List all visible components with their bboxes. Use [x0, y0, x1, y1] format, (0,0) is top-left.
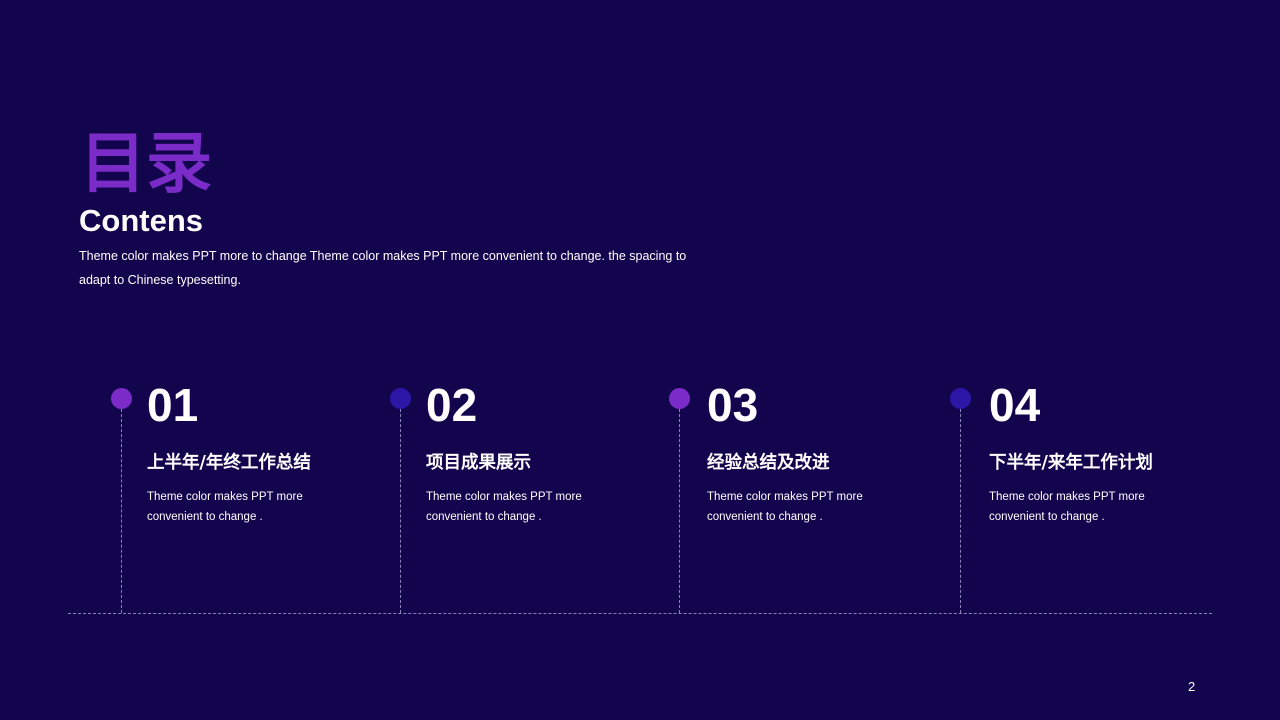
item-description-line: convenient to change . [426, 511, 542, 523]
item-description: Theme color makes PPT more convenient to… [426, 487, 626, 527]
item-description-line: convenient to change . [989, 511, 1105, 523]
timeline-connector [400, 409, 401, 613]
item-description: Theme color makes PPT more convenient to… [707, 487, 907, 527]
item-description: Theme color makes PPT more convenient to… [989, 487, 1189, 527]
page-number: 2 [1188, 679, 1196, 694]
item-title: 经验总结及改进 [707, 453, 830, 473]
timeline-dot [390, 388, 411, 409]
item-title: 下半年/来年工作计划 [989, 453, 1153, 473]
timeline-dot [950, 388, 971, 409]
timeline-connector [960, 409, 961, 613]
item-number: 02 [426, 379, 478, 431]
timeline-baseline [68, 613, 1212, 614]
item-number: 04 [989, 379, 1041, 431]
item-title: 项目成果展示 [426, 453, 531, 473]
timeline-connector [679, 409, 680, 613]
item-description-line: Theme color makes PPT more [989, 491, 1145, 503]
item-description-line: convenient to change . [707, 511, 823, 523]
item-description-line: Theme color makes PPT more [426, 491, 582, 503]
toc-item-4: 04 下半年/来年工作计划 Theme color makes PPT more… [0, 0, 1153, 720]
item-description-line: Theme color makes PPT more [707, 491, 863, 503]
timeline-dot [669, 388, 690, 409]
item-number: 03 [707, 379, 759, 431]
slide: 目录 Contens Theme color makes PPT more to… [0, 0, 1280, 720]
